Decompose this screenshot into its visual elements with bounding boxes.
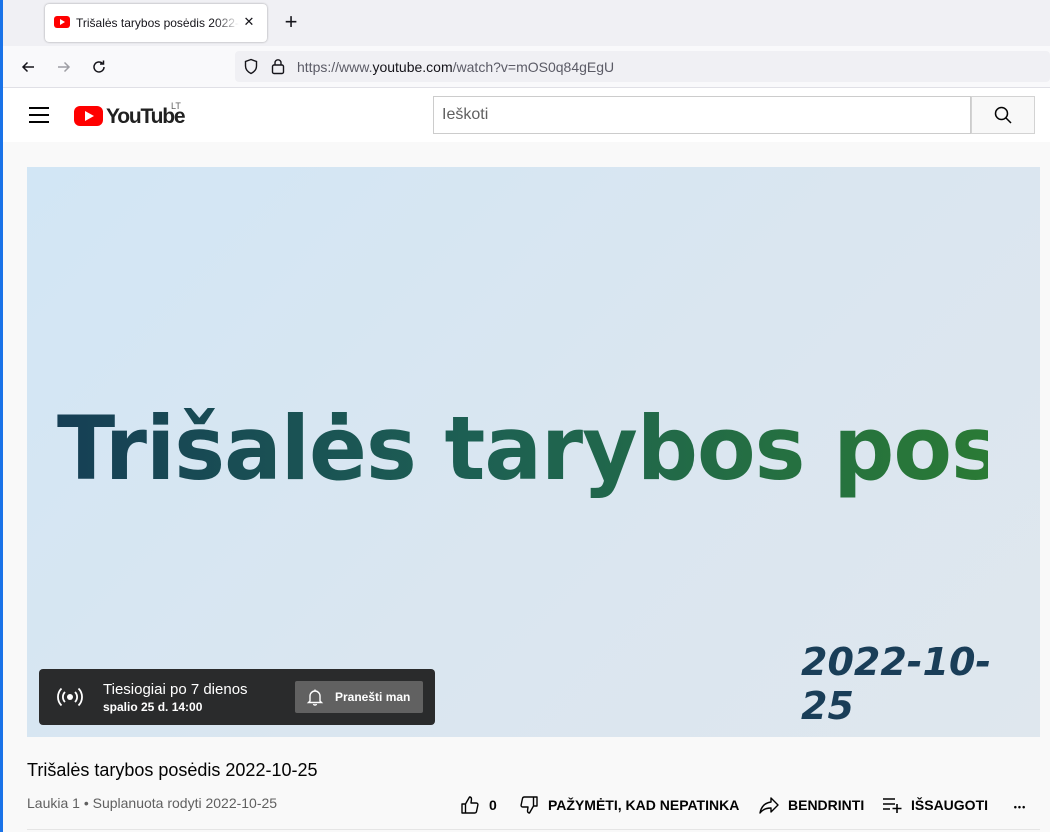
url-domain: youtube.com (372, 59, 453, 75)
thumbnail-date-text: 2022-10-25 (801, 640, 992, 728)
like-button[interactable]: 0 (459, 794, 497, 816)
dislike-label: PAŽYMĖTI, KAD NEPATINKA (548, 797, 740, 813)
share-label: BENDRINTI (788, 797, 865, 813)
address-bar[interactable]: https://www.youtube.com/watch?v=mOS0q84g… (235, 51, 1050, 82)
video-meta: Laukia 1 • Suplanuota rodyti 2022-10-25 (27, 795, 278, 811)
bell-icon (306, 689, 324, 706)
browser-tab-bar: Trišalės tarybos posėdis 2022-10-25 ✕ + (3, 0, 1050, 46)
thumbnail-title-text: Trišalės tarybos posėdis (57, 397, 1040, 500)
thumbs-up-icon (461, 796, 479, 814)
forward-button[interactable] (52, 55, 76, 79)
share-button[interactable]: BENDRINTI (758, 794, 864, 816)
browser-nav-bar: https://www.youtube.com/watch?v=mOS0q84g… (3, 46, 1050, 88)
notify-me-button[interactable]: Pranešti man (295, 681, 423, 713)
search-icon (994, 106, 1012, 124)
search-box (433, 96, 971, 134)
url-path: /watch?v=mOS0q84gEgU (452, 59, 615, 75)
menu-icon-bar (29, 121, 49, 123)
live-scheduled-time: spalio 25 d. 14:00 (103, 700, 203, 714)
browser-tab-title: Trišalės tarybos posėdis 2022-10-25 (76, 16, 239, 30)
youtube-play-icon (74, 106, 103, 126)
more-actions-button[interactable]: ••• (1008, 795, 1032, 819)
menu-icon-bar (29, 114, 49, 116)
video-player[interactable]: Trišalės tarybos posėdis 2022-10-25 Ties… (27, 167, 1040, 737)
info-divider (27, 829, 1040, 830)
youtube-masthead: YouTube LT (3, 88, 1050, 142)
arrow-right-icon (58, 61, 71, 73)
video-title: Trišalės tarybos posėdis 2022-10-25 (27, 760, 318, 780)
live-countdown-text: Tiesiogiai po 7 dienos (103, 681, 248, 698)
dislike-button[interactable]: PAŽYMĖTI, KAD NEPATINKA (518, 794, 739, 816)
thumbs-down-icon (520, 796, 538, 814)
reload-icon (93, 60, 105, 73)
search-input[interactable] (434, 97, 970, 133)
url-prefix: https://www. (297, 59, 373, 75)
more-icon: ••• (1013, 802, 1027, 812)
save-button[interactable]: IŠSAUGOTI (881, 794, 988, 816)
browser-tab[interactable]: Trišalės tarybos posėdis 2022-10-25 ✕ (45, 4, 267, 42)
live-broadcast-icon (57, 687, 83, 707)
save-label: IŠSAUGOTI (911, 797, 989, 813)
menu-icon-bar (29, 107, 49, 109)
playlist-add-icon (883, 798, 902, 813)
reload-button[interactable] (87, 55, 111, 79)
upcoming-live-banner: Tiesiogiai po 7 dienos spalio 25 d. 14:0… (39, 669, 435, 725)
notify-me-label: Pranešti man (335, 690, 411, 704)
guide-menu-button[interactable] (29, 107, 49, 123)
like-count: 0 (489, 797, 497, 813)
new-tab-button[interactable]: + (279, 11, 303, 35)
country-code: LT (171, 101, 181, 111)
back-button[interactable] (16, 55, 40, 79)
url-text[interactable]: https://www.youtube.com/watch?v=mOS0q84g… (297, 59, 614, 75)
share-icon (759, 797, 779, 814)
youtube-favicon-icon (54, 16, 70, 28)
shield-icon[interactable] (243, 58, 259, 75)
search-button[interactable] (971, 96, 1035, 134)
close-tab-icon[interactable]: ✕ (241, 14, 257, 30)
lock-icon[interactable] (271, 58, 285, 75)
arrow-left-icon (21, 61, 34, 73)
